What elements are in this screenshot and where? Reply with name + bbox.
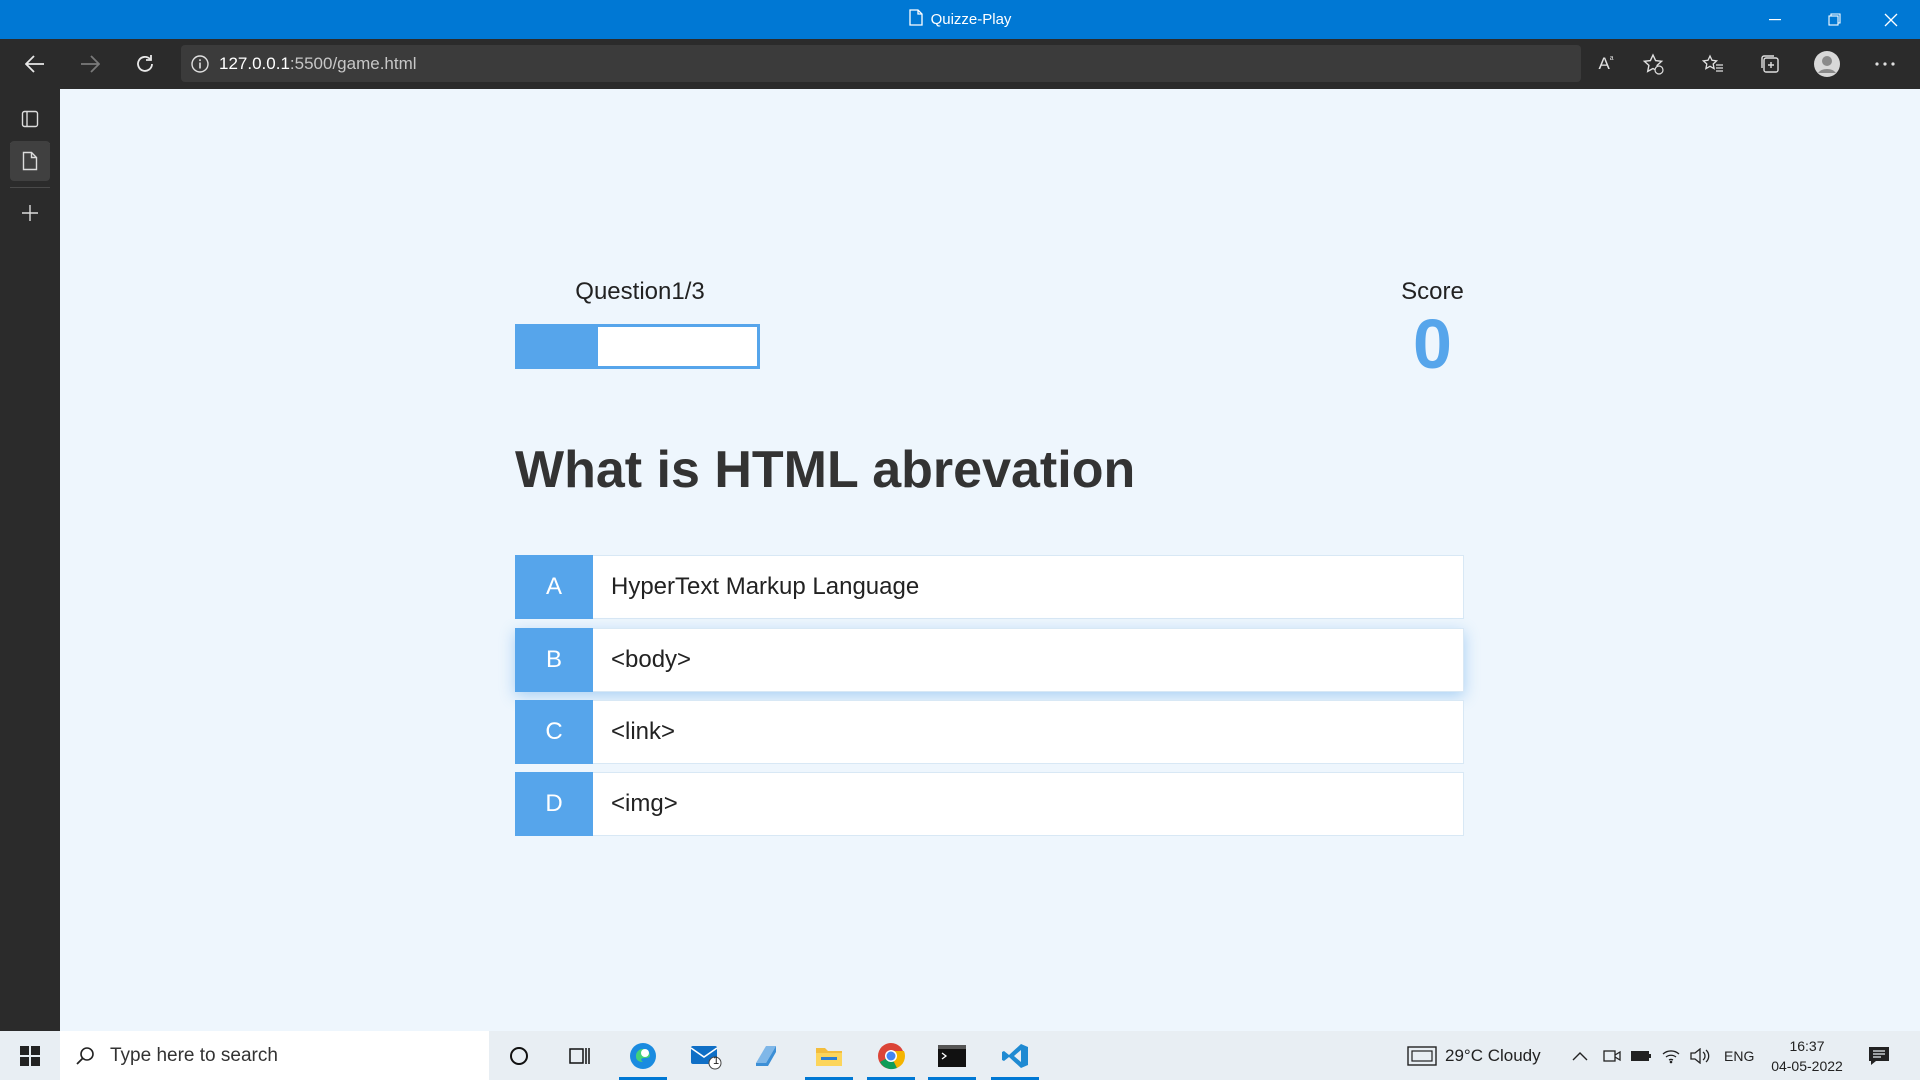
taskbar-search-box[interactable]: Type here to search <box>60 1031 489 1080</box>
choice-option-c[interactable]: C <link> <box>515 699 1464 764</box>
choice-prefix: C <box>515 699 593 764</box>
mail-taskbar-icon[interactable]: 1 <box>676 1031 736 1080</box>
choice-option-d[interactable]: D <img> <box>515 771 1464 836</box>
input-language[interactable]: ENG <box>1724 1031 1754 1080</box>
sidebar-divider <box>10 187 50 188</box>
vscode-taskbar-icon[interactable] <box>985 1031 1045 1080</box>
choice-text: HyperText Markup Language <box>611 573 920 600</box>
favorites-icon[interactable] <box>1688 39 1738 89</box>
weather-widget[interactable]: 29°C Cloudy <box>1407 1031 1541 1080</box>
forward-button[interactable] <box>65 39 115 89</box>
choice-prefix: D <box>515 771 593 836</box>
read-aloud-icon[interactable]: Aᵃ <box>1581 39 1631 89</box>
choice-option-b[interactable]: B <body> <box>515 627 1464 692</box>
choice-text: <body> <box>611 646 692 673</box>
back-arrow-icon <box>25 55 44 73</box>
choice-text: <img> <box>611 790 678 817</box>
search-placeholder: Type here to search <box>110 1044 278 1066</box>
page-icon <box>908 9 923 30</box>
minimize-button[interactable] <box>1747 0 1803 39</box>
browser-toolbar: 127.0.0.1 :5500/game.html Aᵃ <box>0 39 1920 89</box>
choice-option-a[interactable]: A HyperText Markup Language <box>515 554 1464 619</box>
question-title: What is HTML abrevation <box>515 441 1136 499</box>
profile-avatar-icon[interactable] <box>1802 39 1852 89</box>
task-view-icon[interactable] <box>550 1031 610 1080</box>
window-title-text: Quizze-Play <box>930 11 1012 28</box>
battery-icon[interactable] <box>1630 1031 1652 1080</box>
system-clock[interactable]: 16:37 04-05-2022 <box>1757 1031 1857 1080</box>
choice-prefix: B <box>515 627 593 692</box>
notes-taskbar-icon[interactable] <box>736 1031 796 1080</box>
tab-current-page[interactable] <box>10 141 50 181</box>
file-explorer-taskbar-icon[interactable] <box>799 1031 859 1080</box>
wifi-icon[interactable] <box>1662 1031 1680 1080</box>
weather-icon <box>1407 1045 1437 1066</box>
show-hidden-icons-chevron-up-icon[interactable] <box>1572 1031 1588 1080</box>
window-titlebar: Quizze-Play <box>0 0 1920 39</box>
site-info-icon[interactable] <box>181 54 219 73</box>
address-bar[interactable]: 127.0.0.1 :5500/game.html <box>181 45 1581 82</box>
volume-icon[interactable] <box>1690 1031 1710 1080</box>
question-counter: Question1/3 <box>575 278 705 305</box>
close-button[interactable] <box>1863 0 1919 39</box>
choice-prefix: A <box>515 554 593 619</box>
window-title: Quizze-Play <box>0 0 1920 39</box>
refresh-icon <box>137 55 153 72</box>
edge-taskbar-icon[interactable] <box>613 1031 673 1080</box>
refresh-button[interactable] <box>120 39 170 89</box>
new-tab-button[interactable] <box>10 193 50 233</box>
clock-date: 04-05-2022 <box>1771 1057 1843 1074</box>
clock-time: 16:37 <box>1789 1037 1825 1054</box>
cortana-icon[interactable] <box>489 1031 549 1080</box>
windows-taskbar: Type here to search 1 29°C Cloudy ENG 16… <box>0 1031 1920 1080</box>
windows-logo-icon <box>20 1045 40 1066</box>
score-value: 0 <box>1413 305 1452 383</box>
page-icon <box>22 151 38 171</box>
vertical-tabs-sidebar <box>0 89 60 1031</box>
forward-arrow-icon <box>81 55 100 73</box>
notification-center-icon[interactable] <box>1868 1031 1890 1080</box>
plus-icon <box>22 205 38 221</box>
url-host: 127.0.0.1 <box>219 53 290 73</box>
more-menu-icon[interactable] <box>1860 39 1910 89</box>
score-label: Score <box>1401 278 1464 305</box>
mail-badge-count: 1 <box>713 1055 720 1067</box>
terminal-taskbar-icon[interactable] <box>922 1031 982 1080</box>
restore-button[interactable] <box>1806 0 1862 39</box>
choice-text: <link> <box>611 718 676 745</box>
chrome-taskbar-icon[interactable] <box>861 1031 921 1080</box>
progress-bar <box>515 324 760 369</box>
start-button[interactable] <box>0 1031 60 1080</box>
back-button[interactable] <box>10 39 60 89</box>
weather-text: 29°C Cloudy <box>1445 1045 1541 1065</box>
progress-bar-fill <box>518 327 598 366</box>
tab-actions-icon[interactable] <box>10 99 50 139</box>
add-favorite-icon[interactable] <box>1628 39 1678 89</box>
meet-now-icon[interactable] <box>1603 1031 1621 1080</box>
collections-icon[interactable] <box>1745 39 1795 89</box>
search-icon <box>60 1046 110 1066</box>
url-path: :5500/game.html <box>289 53 417 73</box>
